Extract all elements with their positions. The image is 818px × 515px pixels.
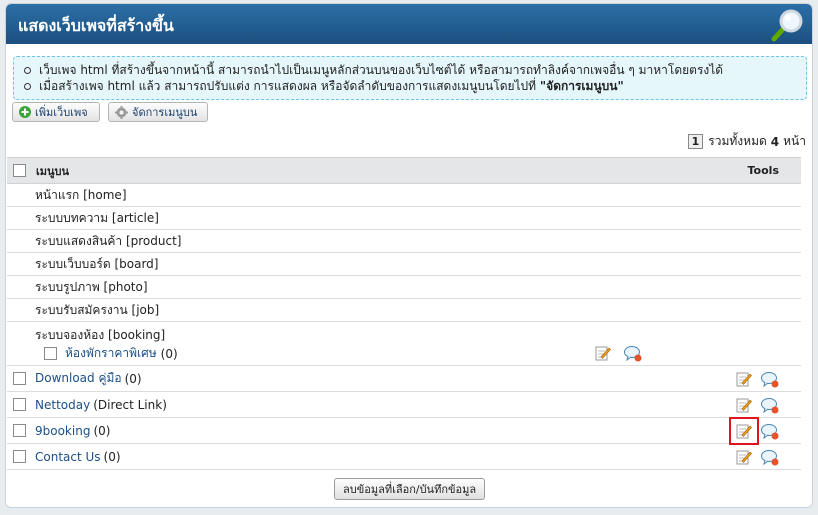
edit-icon[interactable] xyxy=(734,396,754,414)
table-row: Nettoday (Direct Link) xyxy=(7,392,801,418)
comment-delete-icon[interactable] xyxy=(760,370,780,388)
page-link[interactable]: Contact Us xyxy=(35,450,101,464)
info-text-2-prefix: เมื่อสร้างเพจ html แล้ว สามารถปรับแต่ง ก… xyxy=(39,79,540,93)
table-row: ระบบเว็บบอร์ด [board] xyxy=(7,253,801,276)
table-row: ระบบจองห้อง [booking] ห้องพักราคาพิเศษ (… xyxy=(7,322,801,366)
system-item-label: ระบบรูปภาพ [photo] xyxy=(35,279,148,294)
row-tools xyxy=(734,370,780,388)
page-extra: (Direct Link) xyxy=(93,397,167,412)
add-webpage-button[interactable]: เพิ่มเว็บเพจ xyxy=(12,102,100,122)
add-webpage-label: เพิ่มเว็บเพจ xyxy=(35,106,88,119)
comment-delete-icon[interactable] xyxy=(623,344,643,362)
column-menu: เมนูบน xyxy=(36,164,70,178)
row-checkbox[interactable] xyxy=(13,398,26,411)
page-link[interactable]: 9booking xyxy=(35,424,90,438)
table-row: ระบบรับสมัครงาน [job] xyxy=(7,299,801,322)
comment-delete-icon[interactable] xyxy=(760,448,780,466)
booking-child: ห้องพักราคาพิเศษ (0) xyxy=(44,344,178,363)
select-all-checkbox[interactable] xyxy=(13,164,26,177)
table-row: ระบบรูปภาพ [photo] xyxy=(7,276,801,299)
row-tools xyxy=(593,344,643,362)
system-item-label: ระบบแสดงสินค้า [product] xyxy=(35,233,182,248)
bullet-icon xyxy=(24,82,31,90)
info-text-2: เมื่อสร้างเพจ html แล้ว สามารถปรับแต่ง ก… xyxy=(39,78,624,94)
system-item-label: ระบบเว็บบอร์ด [board] xyxy=(35,256,159,271)
row-checkbox[interactable] xyxy=(44,347,57,360)
page-extra: (0) xyxy=(103,449,121,464)
page-header: แสดงเว็บเพจที่สร้างขึ้น xyxy=(6,4,812,44)
table-row: ระบบบทความ [article] xyxy=(7,207,801,230)
table-row: Contact Us (0) xyxy=(7,444,801,470)
page-link[interactable]: Nettoday xyxy=(35,398,90,412)
page-title: แสดงเว็บเพจที่สร้างขึ้น xyxy=(18,16,174,35)
table-header: เมนูบน Tools xyxy=(7,157,801,184)
system-item-label: หน้าแรก [home] xyxy=(35,187,127,202)
info-text-1: เว็บเพจ html ที่สร้างขึ้นจากหน้านี้ สามา… xyxy=(39,63,724,77)
menu-table: เมนูบน Tools หน้าแรก [home] ระบบบทความ [… xyxy=(7,157,801,470)
delete-save-button[interactable]: ลบข้อมูลที่เลือก/บันทึกข้อมูล xyxy=(334,478,486,500)
info-box: เว็บเพจ html ที่สร้างขึ้นจากหน้านี้ สามา… xyxy=(13,56,807,100)
manage-menu-hint: "จัดการเมนูบน" xyxy=(539,79,624,93)
delete-save-label: ลบข้อมูลที่เลือก/บันทึกข้อมูล xyxy=(343,483,477,496)
pager-prefix: รวมทั้งหมด xyxy=(708,134,767,148)
table-row: ระบบแสดงสินค้า [product] xyxy=(7,230,801,253)
comment-delete-icon[interactable] xyxy=(760,422,780,440)
column-tools: Tools xyxy=(747,164,779,177)
system-item-label: ระบบบทความ [article] xyxy=(35,210,159,225)
system-item-label: ระบบรับสมัครงาน [job] xyxy=(35,302,160,317)
gear-icon xyxy=(115,105,128,119)
bullet-icon xyxy=(24,66,31,74)
row-tools xyxy=(734,396,780,414)
table-row: Download คู่มือ (0) xyxy=(7,366,801,392)
info-line: เว็บเพจ html ที่สร้างขึ้นจากหน้านี้ สามา… xyxy=(24,62,796,78)
manage-menu-button[interactable]: จัดการเมนูบน xyxy=(108,102,208,122)
page-extra: (0) xyxy=(124,371,142,386)
row-tools xyxy=(729,417,780,445)
page-link[interactable]: Download คู่มือ xyxy=(35,369,122,388)
edit-icon[interactable] xyxy=(734,370,754,388)
search-icon[interactable] xyxy=(770,8,804,42)
table-row: หน้าแรก [home] xyxy=(7,184,801,207)
edit-icon[interactable] xyxy=(593,344,613,362)
row-checkbox[interactable] xyxy=(13,450,26,463)
edit-icon[interactable] xyxy=(734,448,754,466)
page-extra: (0) xyxy=(93,423,111,438)
row-checkbox[interactable] xyxy=(13,424,26,437)
manage-menu-label: จัดการเมนูบน xyxy=(132,106,198,119)
row-checkbox[interactable] xyxy=(13,372,26,385)
add-icon xyxy=(19,106,31,118)
booking-label: ระบบจองห้อง [booking] xyxy=(35,328,166,342)
booking-child-count: (0) xyxy=(160,346,178,361)
edit-icon[interactable] xyxy=(729,417,759,445)
page-number[interactable]: 1 xyxy=(687,134,704,149)
info-line: เมื่อสร้างเพจ html แล้ว สามารถปรับแต่ง ก… xyxy=(24,78,796,94)
pagination: 1 รวมทั้งหมด 4 หน้า xyxy=(687,132,806,151)
row-tools xyxy=(734,448,780,466)
table-row: 9booking (0) xyxy=(7,417,801,445)
comment-delete-icon[interactable] xyxy=(760,396,780,414)
pager-suffix: หน้า xyxy=(783,134,806,148)
pager-total: 4 xyxy=(770,134,780,149)
booking-child-link[interactable]: ห้องพักราคาพิเศษ xyxy=(65,344,157,363)
